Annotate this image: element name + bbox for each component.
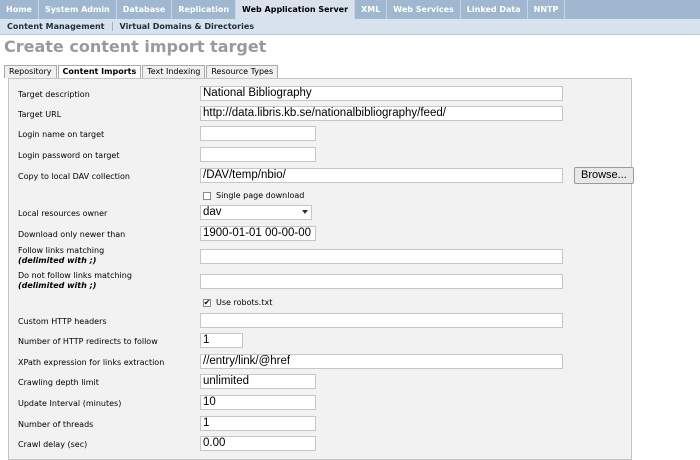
single-page-option[interactable]: Single page download — [203, 190, 304, 201]
top-navigation: Home System Admin Database Replication W… — [0, 0, 700, 19]
tab-linked-data[interactable]: Linked Data — [461, 0, 528, 19]
sub-navigation: Content Management Virtual Domains & Dir… — [0, 19, 700, 35]
follow-links-sublabel: (delimited with ;) — [18, 256, 97, 265]
tab-text-indexing[interactable]: Text Indexing — [142, 65, 206, 78]
resources-owner-select[interactable]: dav — [200, 205, 312, 220]
threads-label: Number of threads — [18, 420, 94, 429]
redirects-label: Number of HTTP redirects to follow — [18, 337, 158, 346]
tab-resource-types[interactable]: Resource Types — [206, 65, 279, 78]
target-description-input[interactable]: National Bibliography — [200, 86, 563, 101]
newer-than-input[interactable]: 1900-01-01 00-00-00 — [200, 226, 316, 241]
tab-content-imports[interactable]: Content Imports — [57, 65, 142, 78]
follow-links-input[interactable] — [200, 249, 563, 264]
page-title: Create content import target — [4, 37, 267, 56]
tab-replication[interactable]: Replication — [172, 0, 237, 19]
import-target-form: Target description National Bibliography… — [8, 78, 634, 460]
tab-system-admin[interactable]: System Admin — [39, 0, 117, 19]
login-name-label: Login name on target — [18, 130, 105, 139]
dav-collection-input[interactable]: /DAV/temp/nbio/ — [200, 168, 563, 183]
login-password-input[interactable] — [200, 147, 316, 162]
depth-label: Crawling depth limit — [18, 378, 99, 387]
xpath-input[interactable]: //entry/link/@href — [200, 354, 563, 369]
subnav-content-management[interactable]: Content Management — [0, 22, 112, 31]
single-page-label: Single page download — [216, 191, 305, 200]
tab-web-application-server[interactable]: Web Application Server — [236, 0, 356, 19]
tab-repository[interactable]: Repository — [4, 65, 57, 78]
no-follow-links-sublabel: (delimited with ;) — [18, 281, 97, 290]
robots-checkbox[interactable]: ✔ — [203, 298, 211, 307]
crawl-delay-label: Crawl delay (sec) — [18, 440, 88, 449]
resources-owner-label: Local resources owner — [18, 209, 108, 218]
resources-owner-value: dav — [203, 206, 222, 218]
update-interval-label: Update Interval (minutes) — [18, 399, 122, 408]
login-name-input[interactable] — [200, 126, 316, 141]
browse-button[interactable]: Browse... — [574, 167, 634, 184]
no-follow-links-input[interactable] — [200, 274, 563, 289]
http-headers-label: Custom HTTP headers — [18, 317, 107, 326]
tab-nntp[interactable]: NNTP — [528, 0, 566, 19]
http-headers-input[interactable] — [200, 313, 563, 328]
follow-links-label-text: Follow links matching — [18, 246, 105, 255]
tab-xml[interactable]: XML — [355, 0, 388, 19]
robots-option[interactable]: ✔ Use robots.txt — [203, 297, 272, 308]
redirects-input[interactable]: 1 — [200, 333, 243, 348]
crawl-delay-input[interactable]: 0.00 — [200, 436, 316, 451]
update-interval-input[interactable]: 10 — [200, 395, 316, 410]
no-follow-links-label: Do not follow links matching (delimited … — [18, 271, 132, 291]
tab-home[interactable]: Home — [0, 0, 39, 19]
xpath-label: XPath expression for links extraction — [18, 358, 165, 367]
chevron-down-icon — [302, 210, 308, 214]
target-url-input[interactable]: http://data.libris.kb.se/nationalbibliog… — [200, 106, 563, 121]
subnav-virtual-domains[interactable]: Virtual Domains & Directories — [111, 22, 262, 31]
depth-input[interactable]: unlimited — [200, 374, 316, 389]
login-password-label: Login password on target — [18, 151, 120, 160]
target-url-label: Target URL — [18, 110, 62, 119]
tab-database[interactable]: Database — [117, 0, 173, 19]
newer-than-label: Download only newer than — [18, 230, 126, 239]
threads-input[interactable]: 1 — [200, 416, 316, 431]
no-follow-links-label-text: Do not follow links matching — [18, 271, 132, 280]
follow-links-label: Follow links matching (delimited with ;) — [18, 246, 104, 266]
robots-label: Use robots.txt — [216, 298, 273, 307]
target-description-label: Target description — [18, 90, 90, 99]
section-tabs: Repository Content Imports Text Indexing… — [4, 64, 279, 78]
tab-web-services[interactable]: Web Services — [387, 0, 461, 19]
single-page-checkbox[interactable] — [203, 191, 211, 200]
dav-collection-label: Copy to local DAV collection — [18, 172, 130, 181]
